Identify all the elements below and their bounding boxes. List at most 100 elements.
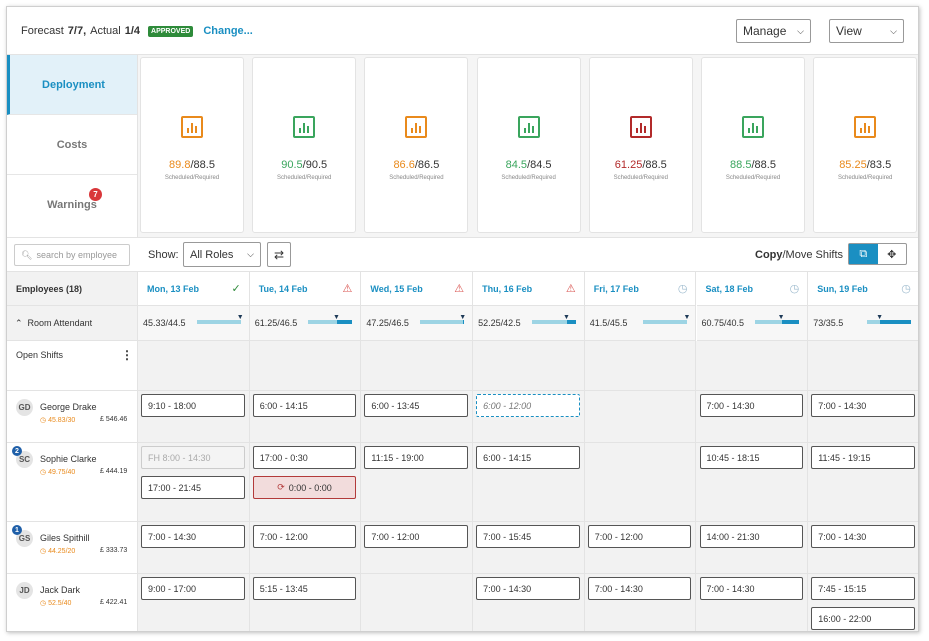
day-header[interactable]: Mon, 13 Feb ✓ [138, 272, 250, 306]
day-cell[interactable]: 14:00 - 21:30 [697, 522, 809, 573]
shift-block[interactable]: 6:00 - 14:15 [476, 446, 580, 469]
day-cell[interactable]: 17:00 - 0:30 ⟳ 0:00 - 0:00 [250, 443, 362, 521]
shift-block[interactable]: 16:00 - 22:00 [811, 607, 915, 630]
actual-value: 1/4 [124, 25, 141, 37]
avatar[interactable]: GS 1 [12, 525, 33, 547]
shift-block[interactable]: 17:00 - 21:45 [141, 476, 245, 499]
shift-block[interactable]: 7:00 - 14:30 [699, 394, 804, 417]
day-header[interactable]: Sat, 18 Feb ◷ [696, 272, 809, 306]
day-cell[interactable]: 6:00 - 14:15 [473, 443, 585, 521]
day-cell[interactable]: 7:00 - 14:30 [808, 522, 918, 573]
shift-block[interactable]: 17:00 - 0:30 [252, 446, 357, 469]
avatar[interactable]: SC 2 [12, 446, 33, 468]
role-group-toggle[interactable]: ⌃ Room Attendant [7, 306, 138, 341]
day-cell[interactable] [138, 341, 250, 390]
search-input[interactable]: 🔍︎ search by employee [14, 244, 130, 266]
shift-block[interactable]: 7:00 - 14:30 [811, 525, 915, 548]
avatar[interactable]: GD [16, 399, 33, 416]
day-cell[interactable]: 6:00 - 13:45 [361, 391, 474, 442]
bar-chart-icon [629, 116, 652, 138]
employee-cell: Open Shifts ⋮ [7, 341, 138, 390]
employee-name[interactable]: Jack Dark [40, 585, 80, 595]
day-header[interactable]: Thu, 16 Feb ⚠ [473, 272, 585, 306]
day-cell[interactable] [473, 341, 585, 390]
view-dropdown[interactable]: View ⌵ [829, 19, 904, 43]
employee-name[interactable]: Giles Spithill [40, 533, 90, 543]
shift-block[interactable]: 7:00 - 14:30 [476, 577, 580, 600]
shift-block[interactable]: 11:15 - 19:00 [364, 446, 469, 469]
day-header[interactable]: Sun, 19 Feb ◷ [808, 272, 918, 306]
day-header[interactable]: Wed, 15 Feb ⚠ [361, 272, 474, 306]
shift-block[interactable]: 7:00 - 14:30 [811, 394, 915, 417]
nav-deployment[interactable]: Deployment [7, 55, 137, 115]
day-cell[interactable]: 7:00 - 14:30 [697, 391, 809, 442]
day-cell[interactable]: FH 8:00 - 14:30 17:00 - 21:45 [138, 443, 250, 521]
shift-block[interactable]: 6:00 - 13:45 [364, 394, 469, 417]
shift-block[interactable]: 7:00 - 14:30 [587, 577, 692, 600]
day-header[interactable]: Fri, 17 Feb ◷ [584, 272, 697, 306]
shift-block[interactable]: 7:00 - 12:00 [587, 525, 692, 548]
day-cell[interactable]: 11:15 - 19:00 [361, 443, 474, 521]
day-cell[interactable]: 7:00 - 14:30 [473, 574, 585, 631]
day-cell[interactable] [585, 391, 697, 442]
copy-icon[interactable]: ⧉ [849, 244, 878, 264]
day-cell[interactable]: 7:00 - 12:00 [585, 522, 697, 573]
shift-block[interactable]: 7:00 - 12:00 [364, 525, 469, 548]
employee-name[interactable]: Sophie Clarke [40, 454, 97, 464]
shift-block[interactable]: 6:00 - 12:00 [476, 394, 580, 417]
scheduled-required-label: Scheduled/Required [277, 175, 332, 181]
day-cell[interactable] [697, 341, 809, 390]
shift-block[interactable]: 7:00 - 12:00 [252, 525, 357, 548]
swap-view-button[interactable]: ⇄ [267, 242, 291, 267]
day-cell[interactable] [361, 341, 474, 390]
nav-warnings[interactable]: Warnings 7 [7, 175, 137, 235]
day-cell[interactable] [361, 574, 474, 631]
day-cell[interactable]: 7:00 - 12:00 [361, 522, 474, 573]
shift-block[interactable]: 9:10 - 18:00 [141, 394, 245, 417]
manage-dropdown[interactable]: Manage ⌵ [736, 19, 811, 43]
day-cell[interactable]: 7:00 - 14:30 [808, 391, 918, 442]
shift-block[interactable]: 5:15 - 13:45 [252, 577, 357, 600]
day-cell[interactable]: 7:00 - 14:30 [138, 522, 250, 573]
more-options-icon[interactable]: ⋮ [121, 348, 133, 362]
day-cell[interactable]: 7:00 - 14:30 [585, 574, 697, 631]
day-cell[interactable] [585, 341, 697, 390]
shift-block[interactable]: 11:45 - 19:15 [811, 446, 915, 469]
day-cell[interactable]: 11:45 - 19:15 [808, 443, 918, 521]
day-cell[interactable]: 5:15 - 13:45 [250, 574, 362, 631]
move-label: /Move Shifts [782, 249, 844, 261]
employee-name[interactable]: George Drake [40, 402, 97, 412]
day-coverage-cell: 61.25/46.5 ▼ [249, 306, 362, 341]
day-cell[interactable]: 7:45 - 15:15 16:00 - 22:00 [808, 574, 918, 631]
shift-block[interactable]: 10:45 - 18:15 [699, 446, 804, 469]
day-header[interactable]: Tue, 14 Feb ⚠ [249, 272, 362, 306]
move-icon[interactable]: ✥ [878, 244, 907, 264]
shift-block[interactable]: ⟳ 0:00 - 0:00 [252, 476, 357, 499]
shift-block[interactable]: 6:00 - 14:15 [252, 394, 357, 417]
role-select[interactable]: All Roles ⌵ [183, 242, 261, 267]
day-cell[interactable]: 10:45 - 18:15 [697, 443, 809, 521]
change-link[interactable]: Change... [203, 25, 253, 37]
day-cell[interactable]: 9:00 - 17:00 [138, 574, 250, 631]
day-cell[interactable] [808, 341, 918, 390]
day-cell[interactable]: 7:00 - 12:00 [250, 522, 362, 573]
shift-block[interactable]: 7:00 - 15:45 [476, 525, 580, 548]
shift-block[interactable]: 7:00 - 14:30 [699, 577, 804, 600]
shift-block[interactable]: FH 8:00 - 14:30 [141, 446, 245, 469]
shift-block[interactable]: 9:00 - 17:00 [141, 577, 245, 600]
shift-block[interactable]: 7:00 - 14:30 [141, 525, 245, 548]
shift-block[interactable]: 7:45 - 15:15 [811, 577, 915, 600]
shift-block[interactable]: 14:00 - 21:30 [699, 525, 804, 548]
day-cell[interactable] [250, 341, 362, 390]
day-cell[interactable]: 7:00 - 14:30 [697, 574, 809, 631]
day-cell[interactable]: 9:10 - 18:00 [138, 391, 250, 442]
day-label: Mon, 13 Feb [147, 283, 200, 294]
avatar[interactable]: JD [16, 582, 33, 599]
nav-costs[interactable]: Costs [7, 115, 137, 175]
day-cell[interactable]: 6:00 - 12:00 [473, 391, 585, 442]
day-cell[interactable] [585, 443, 697, 521]
day-cell[interactable]: 7:00 - 15:45 [473, 522, 585, 573]
day-label: Wed, 15 Feb [370, 283, 423, 294]
day-cell[interactable]: 6:00 - 14:15 [250, 391, 362, 442]
day-coverage-cell: 41.5/45.5 ▼ [584, 306, 697, 341]
